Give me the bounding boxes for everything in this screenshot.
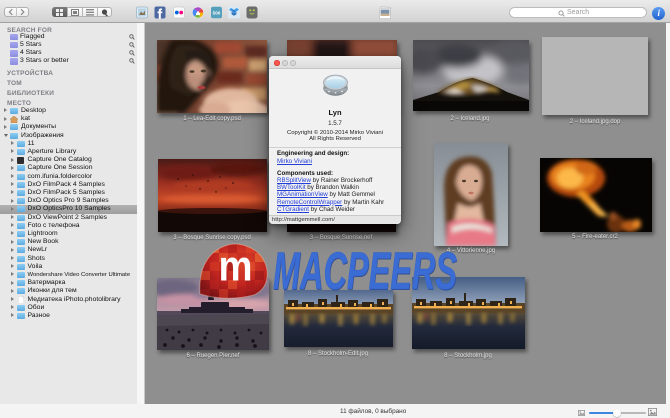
svg-text:500: 500 (213, 11, 221, 16)
svg-text:m: m (219, 243, 253, 291)
svg-text:MACPEERS: MACPEERS (273, 242, 457, 300)
